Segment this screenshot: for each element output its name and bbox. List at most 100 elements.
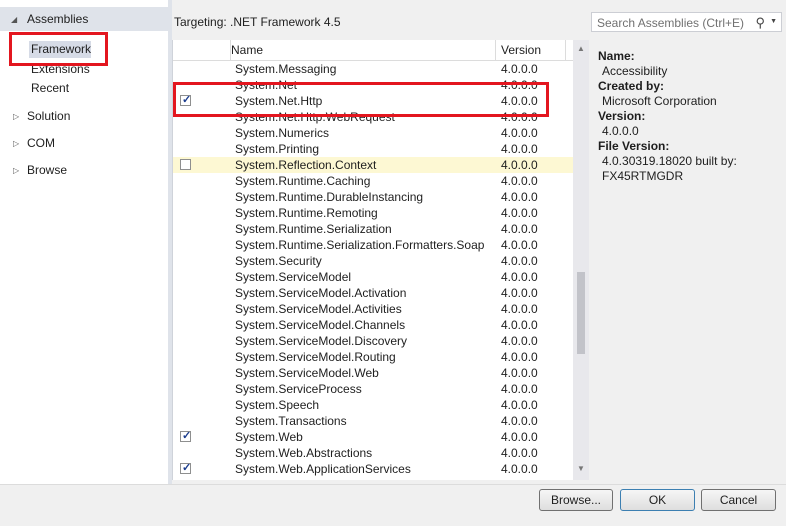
scroll-down-icon[interactable]: ▼ <box>577 464 585 473</box>
assembly-version: 4.0.0.0 <box>501 238 538 252</box>
search-box[interactable]: Search Assemblies (Ctrl+E) ⚲ ▼ <box>591 12 782 32</box>
scrollbar-thumb[interactable] <box>577 272 585 354</box>
assembly-list: Name Version System.Messaging 4.0.0.0 Syst… <box>172 40 589 480</box>
assembly-name: System.Speech <box>235 398 320 412</box>
assembly-version: 4.0.0.0 <box>501 382 538 396</box>
table-row[interactable]: System.Transactions 4.0.0.0 <box>173 413 573 429</box>
assembly-version: 4.0.0.0 <box>501 222 538 236</box>
ok-button[interactable]: OK <box>620 489 695 511</box>
assembly-version: 4.0.0.0 <box>501 302 538 316</box>
table-row[interactable]: System.ServiceModel.Routing 4.0.0.0 <box>173 349 573 365</box>
include-checkbox[interactable]: ✓ <box>180 462 192 474</box>
cancel-button[interactable]: Cancel <box>701 489 776 511</box>
tree-item-browse[interactable]: Browse <box>27 163 67 177</box>
table-row[interactable]: System.Runtime.Serialization 4.0.0.0 <box>173 221 573 237</box>
expand-icon[interactable]: ▷ <box>13 166 19 175</box>
expand-icon[interactable]: ▷ <box>13 112 19 121</box>
table-row[interactable]: System.ServiceModel.Channels 4.0.0.0 <box>173 317 573 333</box>
assembly-version: 4.0.0.0 <box>501 62 538 76</box>
table-row[interactable]: System.Printing 4.0.0.0 <box>173 141 573 157</box>
table-row[interactable]: System.Net.Http.WebRequest 4.0.0.0 <box>173 109 573 125</box>
assembly-name: System.Runtime.Remoting <box>235 206 378 220</box>
checkmark-icon: ✓ <box>182 430 192 442</box>
category-tree: ◢ Assemblies Framework Extensions Recent… <box>0 0 168 484</box>
expand-icon[interactable]: ▷ <box>13 139 19 148</box>
include-checkbox[interactable]: ✓ <box>180 430 192 442</box>
assembly-version: 4.0.0.0 <box>501 446 538 460</box>
scroll-up-icon[interactable]: ▲ <box>577 44 585 53</box>
assemblies-header[interactable]: ◢ Assemblies <box>0 7 168 31</box>
table-row[interactable]: System.Security 4.0.0.0 <box>173 253 573 269</box>
assemblies-label: Assemblies <box>27 12 89 26</box>
table-row[interactable]: System.ServiceModel 4.0.0.0 <box>173 269 573 285</box>
browse-button[interactable]: Browse... <box>539 489 613 511</box>
detail-key: Version: <box>598 109 646 123</box>
detail-value: 4.0.0.0 <box>602 124 639 138</box>
tree-item-extensions[interactable]: Extensions <box>31 62 90 76</box>
assembly-name: System.ServiceModel.Activities <box>235 302 402 316</box>
assembly-version: 4.0.0.0 <box>501 270 538 284</box>
assembly-details: Name: Accessibility Created by: Microsof… <box>598 49 783 184</box>
table-row[interactable]: System.Runtime.DurableInstancing 4.0.0.0 <box>173 189 573 205</box>
chevron-down-icon[interactable]: ▼ <box>770 18 777 25</box>
vertical-scrollbar[interactable]: ▲ ▼ <box>573 40 589 480</box>
tree-item-solution[interactable]: Solution <box>27 109 70 123</box>
assembly-name: System.Runtime.DurableInstancing <box>235 190 424 204</box>
assembly-name: System.Runtime.Serialization.Formatters.… <box>235 238 485 252</box>
assembly-version: 4.0.0.0 <box>501 110 538 124</box>
table-row[interactable]: System.ServiceProcess 4.0.0.0 <box>173 381 573 397</box>
table-row[interactable]: System.ServiceModel.Activities 4.0.0.0 <box>173 301 573 317</box>
search-icon[interactable]: ⚲ <box>755 15 765 31</box>
search-input[interactable]: Search Assemblies (Ctrl+E) <box>597 16 744 30</box>
assembly-name: System.Net.Http <box>235 94 323 108</box>
assembly-version: 4.0.0.0 <box>501 286 538 300</box>
targeting-label: Targeting: .NET Framework 4.5 <box>174 15 341 29</box>
table-row[interactable]: System.ServiceModel.Web 4.0.0.0 <box>173 365 573 381</box>
collapse-icon[interactable]: ◢ <box>11 15 17 24</box>
table-row[interactable]: System.Runtime.Caching 4.0.0.0 <box>173 173 573 189</box>
assembly-name: System.ServiceModel.Routing <box>235 350 396 364</box>
tree-item-com[interactable]: COM <box>27 136 55 150</box>
include-checkbox[interactable]: ✓ <box>180 94 191 106</box>
include-checkbox[interactable] <box>180 159 191 170</box>
assembly-version: 4.0.0.0 <box>501 350 538 364</box>
table-row[interactable]: System.Runtime.Remoting 4.0.0.0 <box>173 205 573 221</box>
assembly-name: System.Printing <box>235 142 320 156</box>
assembly-name: System.ServiceModel <box>235 270 352 284</box>
assembly-version: 4.0.0.0 <box>501 366 538 380</box>
table-row[interactable]: System.Reflection.Context 4.0.0.0 <box>173 157 573 173</box>
assembly-version: 4.0.0.0 <box>501 190 538 204</box>
detail-value: Microsoft Corporation <box>602 94 717 108</box>
table-row[interactable]: ✓ System.Web 4.0.0.0 <box>173 429 573 445</box>
column-header-version[interactable]: Version <box>501 43 541 57</box>
table-row[interactable]: System.Messaging 4.0.0.0 <box>173 61 573 77</box>
assembly-name: System.Security <box>235 254 322 268</box>
checkmark-icon: ✓ <box>182 462 192 474</box>
detail-value: 4.0.30319.18020 built by: FX45RTMGDR <box>602 154 737 183</box>
assembly-name: System.ServiceModel.Activation <box>235 286 407 300</box>
table-row[interactable]: System.ServiceModel.Activation 4.0.0.0 <box>173 285 573 301</box>
detail-value: Accessibility <box>602 64 668 78</box>
column-header-name[interactable]: Name <box>231 43 263 57</box>
table-row[interactable]: System.Runtime.Serialization.Formatters.… <box>173 237 573 253</box>
column-divider[interactable] <box>495 40 496 60</box>
table-row[interactable]: System.Web.Abstractions 4.0.0.0 <box>173 445 573 461</box>
assembly-version: 4.0.0.0 <box>501 334 538 348</box>
assembly-name: System.ServiceModel.Web <box>235 366 379 380</box>
table-row[interactable]: System.Net 4.0.0.0 <box>173 77 573 93</box>
assembly-version: 4.0.0.0 <box>501 398 538 412</box>
assembly-version: 4.0.0.0 <box>501 254 538 268</box>
tree-item-framework[interactable]: Framework <box>31 42 91 56</box>
tree-item-recent[interactable]: Recent <box>31 81 69 95</box>
table-row[interactable]: ✓ System.Net.Http 4.0.0.0 <box>173 93 573 109</box>
assembly-name: System.Web.ApplicationServices <box>235 462 411 476</box>
assembly-rows: System.Messaging 4.0.0.0 System.Net 4.0.0.0… <box>173 61 573 477</box>
table-row[interactable]: System.Numerics 4.0.0.0 <box>173 125 573 141</box>
assembly-version: 4.0.0.0 <box>501 430 538 444</box>
table-row[interactable]: System.Speech 4.0.0.0 <box>173 397 573 413</box>
assembly-name: System.Net.Http.WebRequest <box>235 110 395 124</box>
assembly-name: System.ServiceModel.Channels <box>235 318 406 332</box>
table-row[interactable]: System.ServiceModel.Discovery 4.0.0.0 <box>173 333 573 349</box>
table-row[interactable]: ✓ System.Web.ApplicationServices 4.0.0.0 <box>173 461 573 477</box>
assembly-version: 4.0.0.0 <box>501 94 538 108</box>
